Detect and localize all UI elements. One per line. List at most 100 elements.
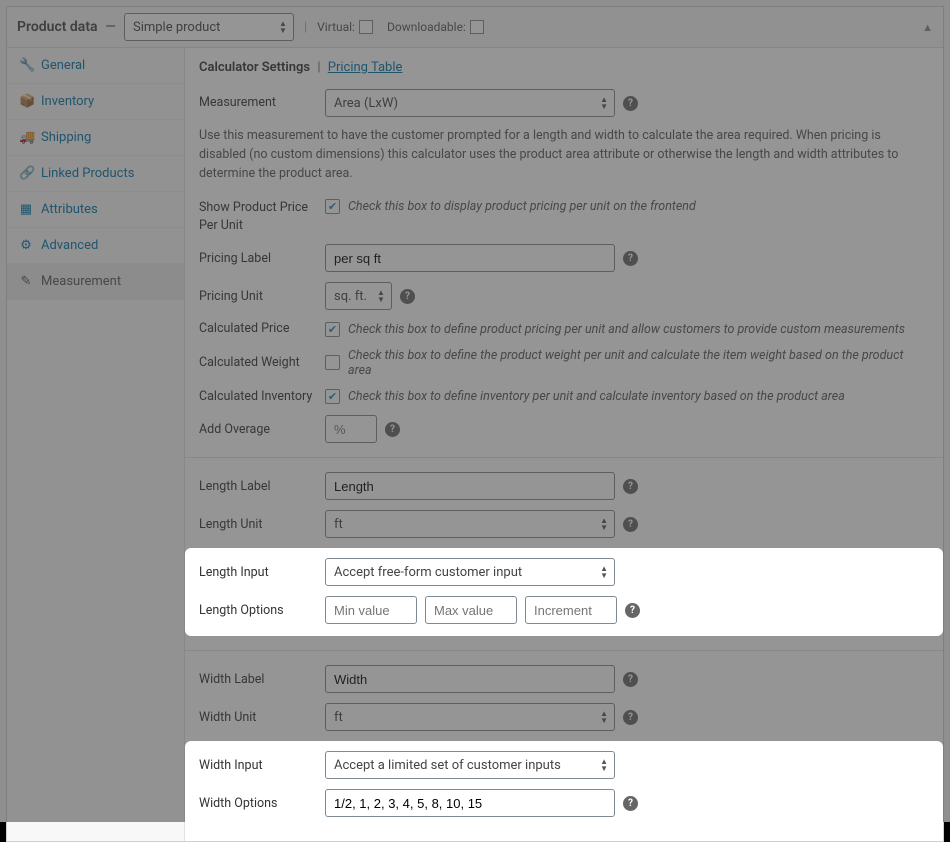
- separator: |: [304, 20, 307, 35]
- dropdown-arrows-icon: ▲▼: [279, 20, 287, 34]
- show-price-checkbox[interactable]: [325, 199, 340, 214]
- row-pricing-label: Pricing Label ?: [199, 244, 929, 272]
- tab-shipping[interactable]: 🚚Shipping: [7, 120, 184, 156]
- dropdown-arrows-icon: ▲▼: [600, 758, 608, 772]
- downloadable-label: Downloadable:: [387, 20, 466, 34]
- panel-title-text: Product data: [17, 19, 98, 35]
- tab-attributes-label: Attributes: [41, 202, 98, 217]
- width-label-input[interactable]: [325, 665, 615, 693]
- row-width-options: Width Options ?: [199, 789, 929, 817]
- length-unit-value: ft: [334, 517, 343, 532]
- help-icon[interactable]: ?: [623, 796, 638, 811]
- length-min-input[interactable]: [325, 596, 417, 624]
- side-tabs: 🔧General 📦 Inventory 🚚Shipping 🔗Linked Pr…: [7, 48, 185, 841]
- label-add-overage: Add Overage: [199, 421, 325, 439]
- row-pricing-unit: Pricing Unit sq. ft. ▲▼ ?: [199, 282, 929, 310]
- length-input-value: Accept free-form customer input: [334, 565, 522, 580]
- product-data-panel-container: Product data — Simple product ▲▼ | Virtu…: [0, 0, 950, 822]
- tab-content: Calculator Settings | Pricing Table Meas…: [185, 48, 943, 841]
- row-width-unit: Width Unit ft ▲▼ ?: [199, 703, 929, 731]
- length-increment-input[interactable]: [525, 596, 617, 624]
- help-icon[interactable]: ?: [623, 672, 638, 687]
- row-calc-weight: Calculated Weight Check this box to defi…: [199, 348, 929, 378]
- label-calc-price: Calculated Price: [199, 320, 325, 338]
- tab-linked-label: Linked Products: [41, 166, 134, 181]
- product-type-select[interactable]: Simple product ▲▼: [124, 13, 294, 41]
- tab-advanced-label: Advanced: [41, 238, 98, 253]
- label-calc-weight: Calculated Weight: [199, 354, 325, 372]
- measurement-select[interactable]: Area (LxW) ▲▼: [325, 89, 615, 117]
- label-measurement: Measurement: [199, 94, 325, 112]
- tab-attributes[interactable]: ▦ Attributes: [7, 192, 184, 228]
- product-data-panel: Product data — Simple product ▲▼ | Virtu…: [6, 6, 944, 842]
- highlight-length-input: Length Input Accept free-form customer i…: [185, 548, 943, 636]
- divider: [185, 650, 943, 651]
- calc-weight-checkbox[interactable]: [325, 355, 340, 370]
- dropdown-arrows-icon: ▲▼: [600, 96, 608, 110]
- panel-title: Product data —: [17, 19, 116, 35]
- dropdown-arrows-icon: ▲▼: [377, 289, 385, 303]
- row-calc-inventory: Calculated Inventory Check this box to d…: [199, 388, 929, 406]
- length-max-input[interactable]: [425, 596, 517, 624]
- help-icon[interactable]: ?: [623, 96, 638, 111]
- width-input-select[interactable]: Accept a limited set of customer inputs …: [325, 751, 615, 779]
- help-icon[interactable]: ?: [623, 517, 638, 532]
- row-width-input: Width Input Accept a limited set of cust…: [199, 751, 929, 779]
- tab-linked-products[interactable]: 🔗Linked Products: [7, 156, 184, 192]
- length-input-select[interactable]: Accept free-form customer input ▲▼: [325, 558, 615, 586]
- pricing-unit-select[interactable]: sq. ft. ▲▼: [325, 282, 392, 310]
- measurement-description: Use this measurement to have the custome…: [199, 127, 929, 183]
- label-pricing-label: Pricing Label: [199, 250, 325, 268]
- panel-header: Product data — Simple product ▲▼ | Virtu…: [7, 7, 943, 48]
- tag-icon: ▦: [19, 202, 33, 217]
- row-length-label: Length Label ?: [199, 472, 929, 500]
- row-measurement: Measurement Area (LxW) ▲▼ ?: [199, 89, 929, 117]
- help-icon[interactable]: ?: [623, 479, 638, 494]
- box-icon: 📦: [19, 94, 33, 109]
- calc-inventory-hint: Check this box to define inventory per u…: [348, 389, 845, 404]
- calc-weight-hint: Check this box to define the product wei…: [348, 348, 929, 378]
- label-length-options: Length Options: [199, 602, 325, 620]
- calc-price-hint: Check this box to define product pricing…: [348, 322, 905, 337]
- row-calc-price: Calculated Price Check this box to defin…: [199, 320, 929, 338]
- length-unit-select[interactable]: ft ▲▼: [325, 510, 615, 538]
- gear-icon: ⚙: [19, 238, 33, 253]
- tab-measurement[interactable]: ✎Measurement: [7, 264, 184, 300]
- tab-general[interactable]: 🔧General: [7, 48, 184, 84]
- tab-inventory-label: Inventory: [41, 94, 94, 109]
- virtual-label: Virtual:: [317, 20, 355, 34]
- tab-inventory[interactable]: 📦 Inventory: [7, 84, 184, 120]
- downloadable-checkbox[interactable]: [470, 20, 484, 34]
- dropdown-arrows-icon: ▲▼: [600, 517, 608, 531]
- section-head: Calculator Settings | Pricing Table: [199, 60, 929, 75]
- virtual-checkbox[interactable]: [359, 20, 373, 34]
- calc-price-checkbox[interactable]: [325, 322, 340, 337]
- tab-measurement-label: Measurement: [41, 274, 121, 289]
- pricing-table-link[interactable]: Pricing Table: [328, 60, 403, 75]
- product-type-value: Simple product: [133, 20, 220, 35]
- help-icon[interactable]: ?: [385, 422, 400, 437]
- overage-input[interactable]: [325, 415, 377, 443]
- label-width-label: Width Label: [199, 671, 325, 689]
- pricing-label-input[interactable]: [325, 244, 615, 272]
- width-input-value: Accept a limited set of customer inputs: [334, 758, 561, 773]
- label-width-unit: Width Unit: [199, 709, 325, 727]
- collapse-panel-icon[interactable]: ▲: [922, 21, 933, 34]
- length-label-input[interactable]: [325, 472, 615, 500]
- label-pricing-unit: Pricing Unit: [199, 288, 325, 306]
- label-show-price: Show Product Price Per Unit: [199, 199, 325, 234]
- calculator-settings-title: Calculator Settings: [199, 60, 310, 75]
- tab-advanced[interactable]: ⚙ Advanced: [7, 228, 184, 264]
- help-icon[interactable]: ?: [623, 251, 638, 266]
- width-options-input[interactable]: [325, 789, 615, 817]
- truck-icon: 🚚: [19, 130, 33, 145]
- width-unit-value: ft: [334, 710, 343, 725]
- help-icon[interactable]: ?: [400, 289, 415, 304]
- width-unit-select[interactable]: ft ▲▼: [325, 703, 615, 731]
- label-calc-inventory: Calculated Inventory: [199, 388, 325, 406]
- help-icon[interactable]: ?: [625, 603, 640, 618]
- help-icon[interactable]: ?: [623, 710, 638, 725]
- calc-inventory-checkbox[interactable]: [325, 389, 340, 404]
- divider: [185, 457, 943, 458]
- dropdown-arrows-icon: ▲▼: [600, 565, 608, 579]
